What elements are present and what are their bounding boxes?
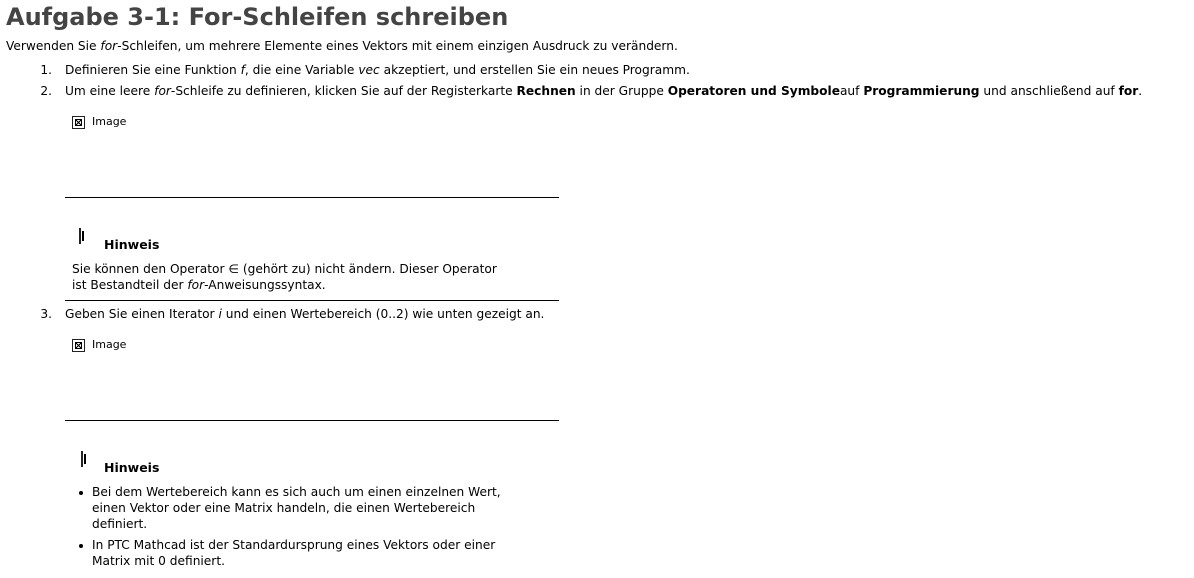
note-1-emphasis: for — [187, 278, 205, 292]
step-2-bold: Operatoren und Symbole — [667, 84, 840, 98]
bullet — [79, 491, 83, 495]
step-3-number: 3. — [40, 307, 52, 321]
step-3-text-part: und einen Wertebereich (0..2) wie unten … — [221, 307, 545, 321]
image-placeholder-2: Image — [72, 337, 126, 353]
step-3-text: Geben Sie einen Iterator i und einen Wer… — [65, 306, 544, 322]
step-2-text-part: -Schleife zu definieren, klicken Sie auf… — [170, 84, 517, 98]
intro-text: Verwenden Sie — [6, 39, 101, 53]
step-1-emphasis: vec — [358, 63, 380, 77]
step-2-emphasis: for — [154, 84, 171, 98]
intro-emphasis: for — [100, 39, 118, 53]
note-1-line-2: ist Bestandteil der for-Anweisungssyntax… — [72, 277, 326, 293]
page-title: Aufgabe 3-1: For-Schleifen schreiben — [6, 3, 509, 31]
image-alt-text: Image — [92, 338, 127, 351]
intro-text-end: -Schleifen, um mehrere Elemente eines Ve… — [117, 39, 678, 53]
step-2-text: Um eine leere for-Schleife zu definieren… — [65, 83, 1142, 99]
note-2-bullet-2-line-1: In PTC Mathcad ist der Standardursprung … — [92, 538, 496, 552]
step-2-text-part: . — [1138, 84, 1143, 98]
note-2-bullet-1-line-2: einen Vektor oder eine Matrix handeln, d… — [92, 501, 476, 515]
image-alt-text: Image — [92, 115, 127, 128]
step-1-text-part: akzeptiert, und erstellen Sie ein neues … — [379, 63, 690, 77]
step-2-text-part: in der Gruppe — [575, 84, 668, 98]
image-placeholder-1: Image — [72, 114, 126, 130]
note-2-bullet-1-line-3: definiert. — [92, 517, 148, 531]
broken-image-icon — [72, 338, 85, 352]
step-2-text-part: auf — [839, 84, 864, 98]
note-1-title: Hinweis — [104, 237, 160, 252]
note-1-text-part: ist Bestandteil der — [72, 278, 188, 292]
step-2-number: 2. — [40, 84, 52, 98]
step-3-text-part: Geben Sie einen Iterator — [65, 307, 219, 321]
note-1-text-part: -Anweisungssyntax. — [204, 278, 326, 292]
note-icon — [81, 451, 83, 467]
step-1-number: 1. — [40, 63, 52, 77]
note-2-bullet-2-line-2: Matrix mit 0 definiert. — [92, 554, 225, 568]
note-2-title: Hinweis — [104, 460, 160, 475]
divider — [65, 197, 559, 198]
note-2-bullet-1-line-1: Bei dem Wertebereich kann es sich auch u… — [92, 485, 501, 499]
step-2-text-part: Um eine leere — [65, 84, 155, 98]
bullet — [79, 544, 83, 548]
step-2-bold: Programmierung — [863, 84, 980, 98]
divider — [65, 420, 559, 421]
step-2-text-part: und anschließend auf — [979, 84, 1119, 98]
divider — [65, 300, 559, 301]
step-1-text-part: , die eine Variable — [244, 63, 359, 77]
step-2-bold: for — [1118, 84, 1139, 98]
step-1-text-part: Definieren Sie eine Funktion — [65, 63, 241, 77]
broken-image-icon — [72, 115, 85, 129]
intro-paragraph: Verwenden Sie for-Schleifen, um mehrere … — [6, 38, 678, 54]
step-2-bold: Rechnen — [516, 84, 576, 98]
note-1-line-1: Sie können den Operator ∈ (gehört zu) ni… — [72, 262, 497, 276]
step-1-text: Definieren Sie eine Funktion f, die eine… — [65, 62, 690, 78]
note-icon — [79, 228, 81, 244]
